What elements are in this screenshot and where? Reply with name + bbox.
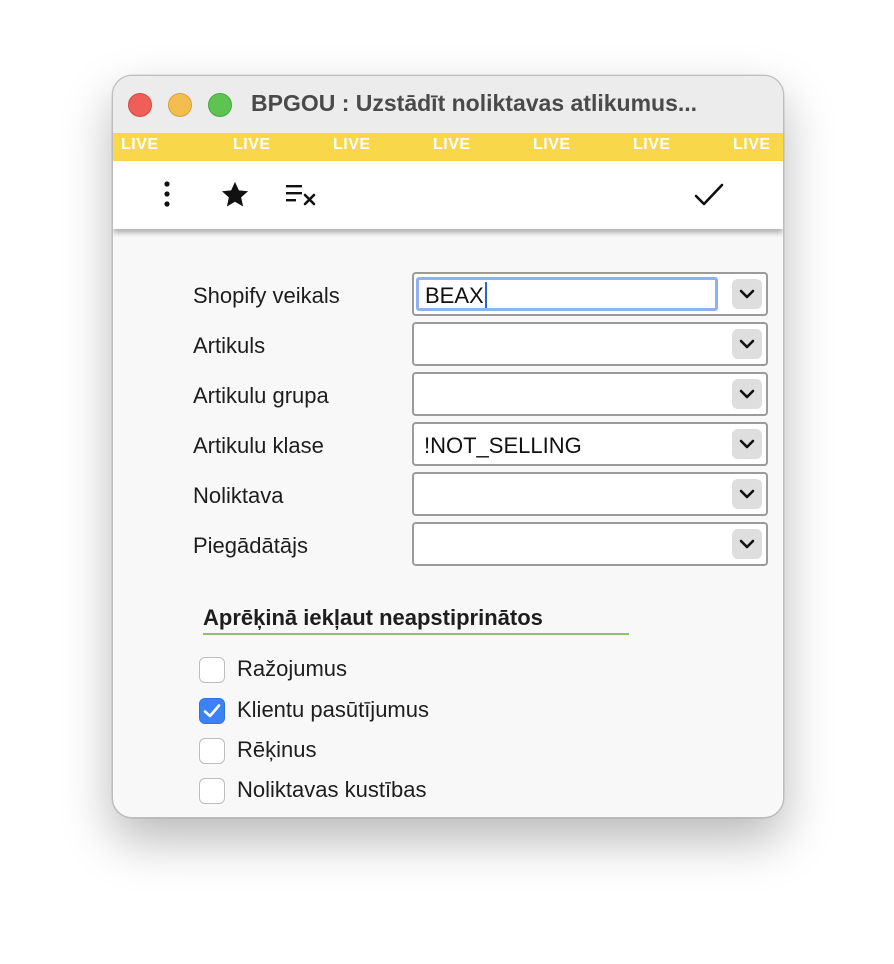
checkbox-label: Rēķinus: [237, 737, 317, 762]
chevron-down-icon: [739, 539, 755, 549]
checkbox[interactable]: [199, 698, 225, 724]
chevron-down-icon: [739, 289, 755, 299]
checkbox-label: Klientu pasūtījumus: [237, 697, 429, 722]
dropdown-button[interactable]: [732, 429, 762, 459]
dropdown-button[interactable]: [732, 479, 762, 509]
maximize-window-button[interactable]: [208, 93, 232, 117]
warehouse-combo[interactable]: [412, 472, 768, 516]
checkbox[interactable]: [199, 657, 225, 683]
window-title: BPGOU : Uzstādīt noliktavas atlikumus...: [251, 90, 698, 116]
clear-filter-icon[interactable]: [285, 183, 319, 207]
section-divider: [203, 633, 629, 635]
app-window: BPGOU : Uzstādīt noliktavas atlikumus...…: [112, 75, 784, 818]
live-label: LIVE: [633, 136, 671, 153]
shopify-store-value: BEAX: [425, 283, 484, 308]
dropdown-button[interactable]: [732, 279, 762, 309]
check-icon: [203, 704, 221, 718]
text-caret: [485, 282, 487, 308]
shopify-store-combo[interactable]: BEAX: [412, 272, 768, 316]
chevron-down-icon: [739, 339, 755, 349]
live-label: LIVE: [333, 136, 371, 153]
close-window-button[interactable]: [128, 93, 152, 117]
checkbox-label: Ražojumus: [237, 656, 348, 681]
section-title: Aprēķinā iekļaut neapstiprinātos: [203, 605, 543, 630]
star-icon[interactable]: [218, 179, 252, 211]
chevron-down-icon: [739, 389, 755, 399]
checkbox[interactable]: [199, 778, 225, 804]
checkmark-icon[interactable]: [693, 181, 725, 209]
supplier-label: Piegādātājs: [193, 533, 308, 558]
live-label: LIVE: [433, 136, 471, 153]
live-label: LIVE: [121, 136, 159, 153]
article-combo[interactable]: [412, 322, 768, 366]
live-label: LIVE: [733, 136, 771, 153]
toolbar: [113, 161, 783, 229]
dropdown-button[interactable]: [732, 379, 762, 409]
live-environment-banner: LIVE LIVE LIVE LIVE LIVE LIVE LIVE: [113, 133, 783, 161]
shopify-store-input[interactable]: BEAX: [416, 277, 718, 311]
dropdown-button[interactable]: [732, 529, 762, 559]
warehouse-label: Noliktava: [193, 483, 284, 508]
live-label: LIVE: [233, 136, 271, 153]
article-class-value: !NOT_SELLING: [424, 433, 582, 458]
title-bar[interactable]: BPGOU : Uzstādīt noliktavas atlikumus...: [113, 76, 783, 133]
shopify-store-label: Shopify veikals: [193, 283, 340, 308]
dropdown-button[interactable]: [732, 329, 762, 359]
form-area: Shopify veikals BEAX Artikuls Artikulu g…: [113, 229, 783, 817]
more-vertical-icon[interactable]: [155, 180, 179, 210]
checkbox-label: Noliktavas kustības: [237, 777, 427, 802]
article-group-combo[interactable]: [412, 372, 768, 416]
article-class-combo[interactable]: !NOT_SELLING: [412, 422, 768, 466]
article-group-label: Artikulu grupa: [193, 383, 329, 408]
minimize-window-button[interactable]: [168, 93, 192, 117]
chevron-down-icon: [739, 489, 755, 499]
article-class-label: Artikulu klase: [193, 433, 324, 458]
chevron-down-icon: [739, 439, 755, 449]
article-label: Artikuls: [193, 333, 266, 358]
checkbox[interactable]: [199, 738, 225, 764]
supplier-combo[interactable]: [412, 522, 768, 566]
live-label: LIVE: [533, 136, 571, 153]
